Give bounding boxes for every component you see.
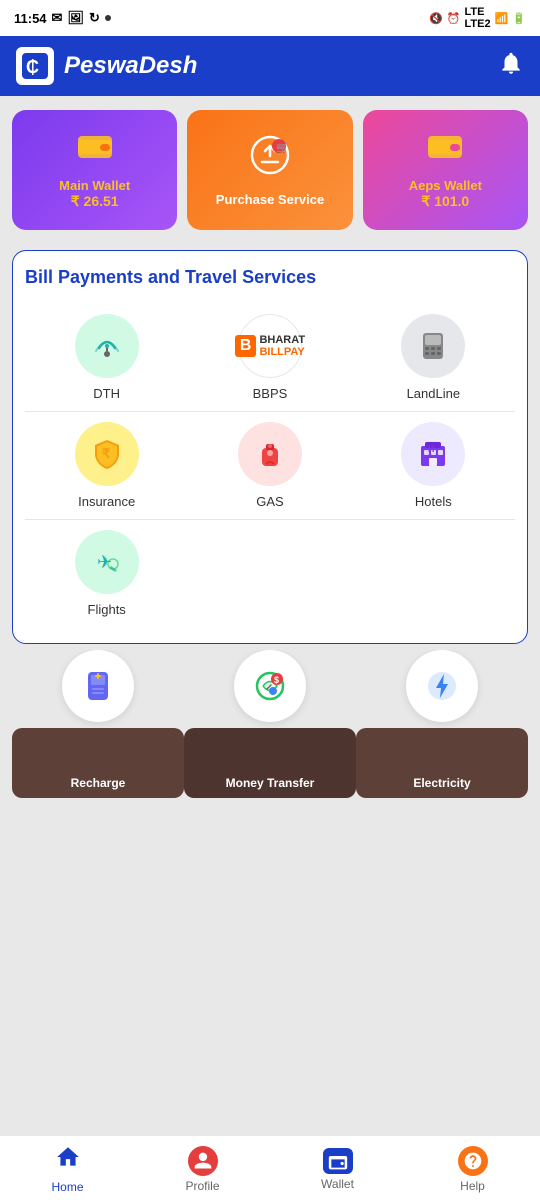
nav-home[interactable]: Home [0, 1144, 135, 1194]
money-transfer-label: Money Transfer [226, 776, 315, 790]
landline-icon [401, 314, 465, 378]
dth-service[interactable]: DTH [25, 314, 188, 401]
landline-label: LandLine [407, 386, 461, 401]
recharge-bg: Recharge [12, 728, 184, 798]
flights-label: Flights [88, 602, 126, 617]
home-icon [55, 1144, 81, 1177]
money-transfer-quick-card[interactable]: $ Money Transfer [184, 650, 356, 798]
svg-text:$: $ [274, 675, 279, 685]
flights-icon: ✈ [75, 530, 139, 594]
bbps-icon: B BHARAT BILLPAY [238, 314, 302, 378]
hotels-service[interactable]: H Hotels [352, 422, 515, 509]
home-nav-label: Home [51, 1180, 83, 1194]
status-right: 🔇 ⏰ LTELTE2 📶 🔋 [429, 6, 526, 30]
bottom-navigation: Home Profile Wallet [0, 1135, 540, 1200]
signal-icon: 📶 [495, 12, 509, 25]
status-left: 11:54 ✉ 🖼 ↻ [14, 10, 111, 26]
main-wallet-label: Main Wallet [59, 178, 130, 193]
nav-help[interactable]: Help [405, 1146, 540, 1193]
bill-section-title: Bill Payments and Travel Services [25, 267, 515, 288]
help-nav-label: Help [460, 1179, 485, 1193]
electricity-quick-card[interactable]: Electricity [356, 650, 528, 798]
aeps-wallet-label: Aeps Wallet [409, 178, 482, 193]
profile-nav-label: Profile [185, 1179, 219, 1193]
purchase-label: Purchase Service [216, 192, 324, 207]
svg-text:₵: ₵ [26, 57, 39, 77]
svg-text:H: H [428, 444, 435, 454]
gas-icon [238, 422, 302, 486]
quick-services-row: Recharge $ Money Transfer Electrici [12, 650, 528, 798]
nav-profile[interactable]: Profile [135, 1146, 270, 1193]
dth-label: DTH [93, 386, 120, 401]
logo-icon: ₵ [16, 47, 54, 85]
landline-service[interactable]: LandLine [352, 314, 515, 401]
bbps-service[interactable]: B BHARAT BILLPAY BBPS [188, 314, 351, 401]
hotels-icon: H [401, 422, 465, 486]
gmail-icon: ✉ [52, 10, 63, 26]
mute-icon: 🔇 [429, 12, 443, 25]
hotels-label: Hotels [415, 494, 452, 509]
photo-icon: 🖼 [67, 10, 84, 26]
insurance-service[interactable]: ₹ Insurance [25, 422, 188, 509]
purchase-service-card[interactable]: 🛒 Purchase Service [187, 110, 352, 230]
recharge-quick-card[interactable]: Recharge [12, 650, 184, 798]
notification-bell-icon[interactable] [498, 50, 524, 82]
service-row-1: DTH B BHARAT BILLPAY BBPS [25, 304, 515, 412]
electricity-label: Electricity [413, 776, 470, 790]
profile-nav-icon [188, 1146, 218, 1176]
service-row-2: ₹ Insurance GAS [25, 412, 515, 520]
alarm-icon: ⏰ [447, 12, 461, 25]
app-header: ₵ PeswaDesh [0, 36, 540, 96]
recharge-label: Recharge [71, 776, 126, 790]
svg-text:🛒: 🛒 [276, 141, 288, 154]
purchase-icon: 🛒 [249, 134, 291, 184]
money-transfer-bg: Money Transfer [184, 728, 356, 798]
lte-icon: LTELTE2 [465, 6, 491, 30]
bill-payments-section: Bill Payments and Travel Services DTH B [12, 250, 528, 644]
flights-service[interactable]: ✈ Flights [25, 530, 188, 617]
aeps-wallet-icon [426, 130, 464, 170]
sync-icon: ↻ [89, 10, 100, 26]
app-title: PeswaDesh [64, 52, 197, 80]
main-wallet-card[interactable]: Main Wallet ₹ 26.51 [12, 110, 177, 230]
svg-text:₹: ₹ [102, 446, 111, 461]
logo-area: ₵ PeswaDesh [16, 47, 197, 85]
time: 11:54 [14, 11, 47, 26]
dot-icon [105, 15, 111, 21]
gas-service[interactable]: GAS [188, 422, 351, 509]
aeps-wallet-amount: ₹ 101.0 [421, 193, 469, 210]
gas-label: GAS [256, 494, 283, 509]
aeps-wallet-card[interactable]: Aeps Wallet ₹ 101.0 [363, 110, 528, 230]
help-nav-icon [458, 1146, 488, 1176]
nav-wallet[interactable]: Wallet [270, 1148, 405, 1191]
battery-icon: 🔋 [512, 12, 526, 25]
insurance-icon: ₹ [75, 422, 139, 486]
electricity-icon [406, 650, 478, 722]
wallet-nav-label: Wallet [321, 1177, 354, 1191]
main-wallet-amount: ₹ 26.51 [71, 193, 119, 210]
svg-text:✈: ✈ [97, 552, 112, 572]
wallet-section: Main Wallet ₹ 26.51 🛒 Purchase Service [0, 96, 540, 244]
main-wallet-icon [76, 130, 114, 170]
service-row-3: ✈ Flights [25, 520, 515, 627]
insurance-label: Insurance [78, 494, 135, 509]
bbps-label: BBPS [253, 386, 288, 401]
electricity-bg: Electricity [356, 728, 528, 798]
dth-icon [75, 314, 139, 378]
money-transfer-icon: $ [234, 650, 306, 722]
status-bar: 11:54 ✉ 🖼 ↻ 🔇 ⏰ LTELTE2 📶 🔋 [0, 0, 540, 36]
wallet-nav-icon [323, 1148, 353, 1174]
recharge-icon [62, 650, 134, 722]
